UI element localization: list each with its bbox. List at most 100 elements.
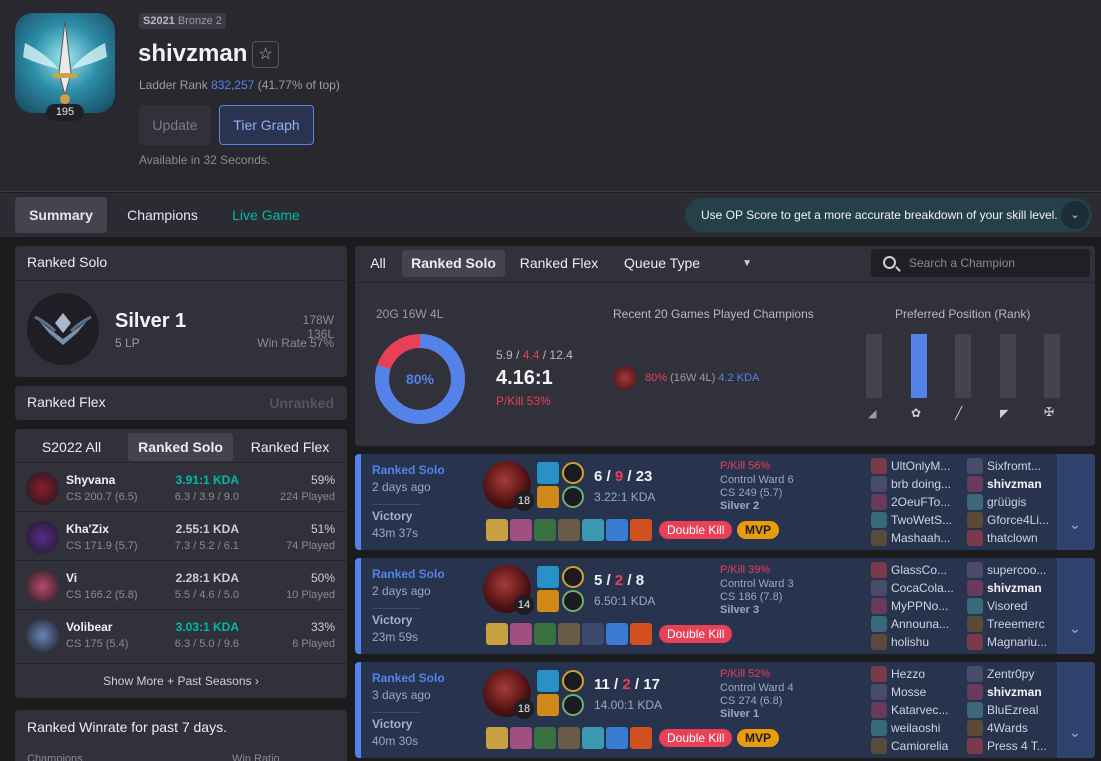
player-name[interactable]: shivzman: [987, 477, 1042, 491]
match-card[interactable]: Ranked Solo 2 days ago Victory 43m 37s 18 6 /…: [355, 454, 1095, 550]
player-row[interactable]: brb doing...: [871, 475, 963, 493]
match-card[interactable]: Ranked Solo 3 days ago Victory 40m 30s 18 11 …: [355, 662, 1095, 758]
update-button[interactable]: Update: [139, 105, 211, 145]
tab-champions[interactable]: Champions: [115, 197, 210, 233]
player-name[interactable]: Press 4 T...: [987, 739, 1047, 753]
player-name[interactable]: GlassCo...: [891, 563, 947, 577]
item-icon[interactable]: [510, 623, 532, 645]
match-card[interactable]: Ranked Solo 2 days ago Victory 23m 59s 14 5 /…: [355, 558, 1095, 654]
queue-tab-solo[interactable]: Ranked Solo: [402, 250, 505, 277]
player-row[interactable]: Press 4 T...: [967, 737, 1059, 755]
chevron-down-icon[interactable]: ⌄: [1061, 201, 1089, 229]
item-icon[interactable]: [630, 519, 652, 541]
tab-season-flex[interactable]: Ranked Flex: [242, 433, 338, 461]
player-name[interactable]: Katarvec...: [891, 703, 948, 717]
player-row[interactable]: grüügis: [967, 493, 1059, 511]
player-name[interactable]: UltOnlyM...: [891, 459, 950, 473]
player-row[interactable]: Gforce4Li...: [967, 511, 1059, 529]
player-row[interactable]: 2OeuFTo...: [871, 493, 963, 511]
player-row[interactable]: CocaCola...: [871, 579, 963, 597]
expand-match-button[interactable]: ⌄: [1057, 662, 1095, 758]
player-row[interactable]: Magnariu...: [967, 633, 1059, 651]
item-icon[interactable]: [486, 519, 508, 541]
player-name[interactable]: shivzman: [987, 581, 1042, 595]
player-row[interactable]: BluEzreal: [967, 701, 1059, 719]
item-icon[interactable]: [558, 519, 580, 541]
tab-live-game[interactable]: Live Game: [220, 197, 312, 233]
expand-match-button[interactable]: ⌄: [1057, 454, 1095, 550]
item-icon[interactable]: [606, 727, 628, 749]
player-name[interactable]: brb doing...: [891, 477, 951, 491]
player-row[interactable]: Mosse: [871, 683, 963, 701]
player-name[interactable]: holishu: [891, 635, 929, 649]
tier-graph-button[interactable]: Tier Graph: [219, 105, 314, 145]
player-row[interactable]: shivzman: [967, 683, 1059, 701]
queue-tab-flex[interactable]: Ranked Flex: [513, 250, 605, 277]
tab-summary[interactable]: Summary: [15, 197, 107, 233]
player-name[interactable]: Magnariu...: [987, 635, 1047, 649]
op-score-banner[interactable]: Use OP Score to get a more accurate brea…: [685, 198, 1092, 232]
item-icon[interactable]: [606, 623, 628, 645]
player-name[interactable]: Sixfromt...: [987, 459, 1041, 473]
player-name[interactable]: TwoWetS...: [891, 513, 952, 527]
player-name[interactable]: BluEzreal: [987, 703, 1038, 717]
player-name[interactable]: supercoo...: [987, 563, 1046, 577]
champion-search-input[interactable]: Search a Champion: [871, 249, 1090, 277]
player-row[interactable]: TwoWetS...: [871, 511, 963, 529]
item-icon[interactable]: [582, 519, 604, 541]
item-icon[interactable]: [534, 727, 556, 749]
queue-type-select[interactable]: Queue Type ▼: [612, 250, 760, 277]
player-row[interactable]: thatclown: [967, 529, 1059, 547]
player-row[interactable]: GlassCo...: [871, 561, 963, 579]
player-name[interactable]: Treeemerc: [987, 617, 1045, 631]
player-row[interactable]: Sixfromt...: [967, 457, 1059, 475]
player-name[interactable]: Zentr0py: [987, 667, 1034, 681]
item-icon[interactable]: [558, 727, 580, 749]
player-name[interactable]: CocaCola...: [891, 581, 954, 595]
player-row[interactable]: Visored: [967, 597, 1059, 615]
item-icon[interactable]: [630, 727, 652, 749]
player-name[interactable]: thatclown: [987, 531, 1038, 545]
player-name[interactable]: grüügis: [987, 495, 1026, 509]
player-row[interactable]: Katarvec...: [871, 701, 963, 719]
player-name[interactable]: Announa...: [891, 617, 949, 631]
champion-row[interactable]: Shyvana CS 200.7 (6.5) 3.91:1 KDA 6.3 / 3.9…: [15, 462, 347, 514]
player-name[interactable]: Hezzo: [891, 667, 925, 681]
player-name[interactable]: weilaoshi: [891, 721, 940, 735]
player-row[interactable]: weilaoshi: [871, 719, 963, 737]
player-row[interactable]: Treeemerc: [967, 615, 1059, 633]
player-row[interactable]: Zentr0py: [967, 665, 1059, 683]
player-name[interactable]: 4Wards: [987, 721, 1028, 735]
player-row[interactable]: Hezzo: [871, 665, 963, 683]
item-icon[interactable]: [486, 727, 508, 749]
player-name[interactable]: Mashaah...: [891, 531, 950, 545]
player-row[interactable]: supercoo...: [967, 561, 1059, 579]
expand-match-button[interactable]: ⌄: [1057, 558, 1095, 654]
player-row[interactable]: Mashaah...: [871, 529, 963, 547]
player-row[interactable]: shivzman: [967, 579, 1059, 597]
player-row[interactable]: holishu: [871, 633, 963, 651]
favorite-button[interactable]: ☆: [252, 41, 279, 68]
player-row[interactable]: UltOnlyM...: [871, 457, 963, 475]
player-name[interactable]: Mosse: [891, 685, 926, 699]
player-name[interactable]: Camiorelia: [891, 739, 948, 753]
item-icon[interactable]: [630, 623, 652, 645]
tab-season-all[interactable]: S2022 All: [24, 433, 119, 461]
player-name[interactable]: MyPPNo...: [891, 599, 948, 613]
player-name[interactable]: Visored: [987, 599, 1027, 613]
show-more-button[interactable]: Show More + Past Seasons ›: [15, 663, 347, 698]
player-row[interactable]: shivzman: [967, 475, 1059, 493]
player-row[interactable]: Announa...: [871, 615, 963, 633]
player-row[interactable]: MyPPNo...: [871, 597, 963, 615]
player-name[interactable]: 2OeuFTo...: [891, 495, 950, 509]
item-icon[interactable]: [606, 519, 628, 541]
item-icon[interactable]: [510, 519, 532, 541]
tab-season-solo[interactable]: Ranked Solo: [128, 433, 233, 461]
champion-row[interactable]: Vi CS 166.2 (5.8) 2.28:1 KDA 5.5 / 4.6 / 5.…: [15, 560, 347, 612]
champion-row[interactable]: Kha'Zix CS 171.9 (5.7) 2.55:1 KDA 7.3 / 5.2…: [15, 511, 347, 563]
item-icon[interactable]: [534, 519, 556, 541]
player-name[interactable]: Gforce4Li...: [987, 513, 1049, 527]
item-icon[interactable]: [534, 623, 556, 645]
item-icon[interactable]: [510, 727, 532, 749]
queue-tab-all[interactable]: All: [362, 250, 394, 277]
